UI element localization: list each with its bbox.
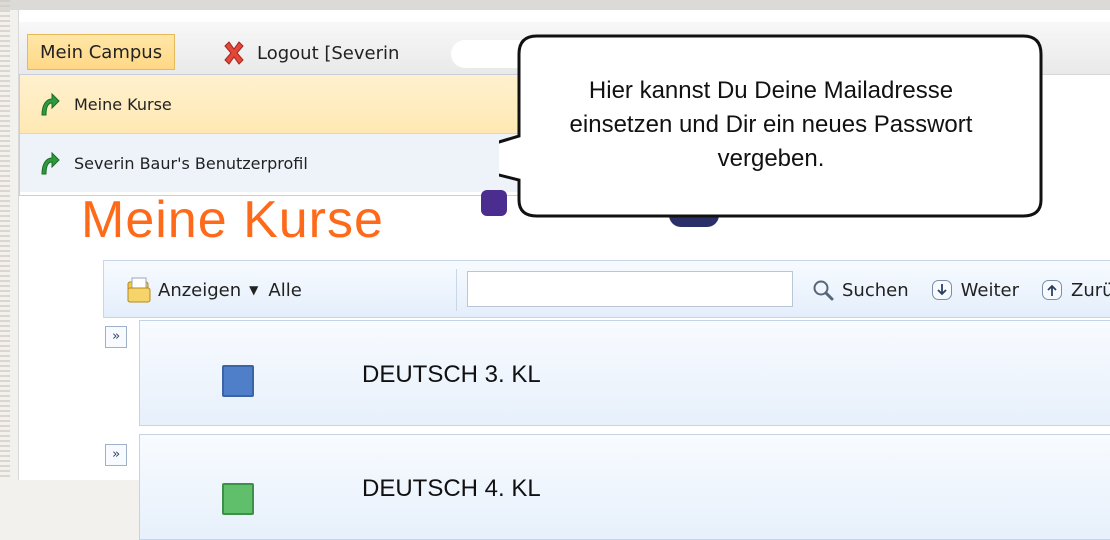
page-title: Meine Kurse xyxy=(81,191,384,249)
next-label: Weiter xyxy=(960,279,1019,301)
folder-icon xyxy=(127,277,151,303)
close-icon xyxy=(224,41,244,65)
window-top-border xyxy=(0,0,1110,10)
search-button[interactable]: Suchen xyxy=(812,279,909,301)
mein-campus-button[interactable]: Mein Campus xyxy=(27,34,176,70)
double-chevron-right-icon[interactable]: » xyxy=(105,326,127,348)
callout-line: einsetzen und Dir ein neues Passwort xyxy=(569,111,973,138)
course-row[interactable]: DEUTSCH 4. KL xyxy=(139,434,1110,540)
menu-item-label: Meine Kurse xyxy=(74,94,172,114)
course-name: DEUTSCH 4. KL xyxy=(362,475,541,502)
menu-item-meine-kurse[interactable]: Meine Kurse xyxy=(20,75,540,134)
back-button[interactable]: Zurü xyxy=(1041,279,1110,301)
callout-text: Hier kannst Du Deine Mailadresse einsetz… xyxy=(501,74,1041,176)
next-button[interactable]: Weiter xyxy=(931,279,1019,301)
magnifier-icon xyxy=(813,280,834,301)
page: Mein Campus Logout [Severin Meine Kurse … xyxy=(18,10,1110,540)
toolbar-divider xyxy=(456,269,457,311)
back-label: Zurü xyxy=(1070,279,1110,301)
course-color-swatch xyxy=(222,365,254,397)
filter-value: Alle xyxy=(268,279,302,301)
show-dropdown[interactable]: Anzeigen ▼ Alle xyxy=(126,273,302,307)
course-row[interactable]: DEUTSCH 3. KL xyxy=(139,320,1110,426)
double-chevron-right-icon[interactable]: » xyxy=(105,444,127,466)
logout-label: Logout [Severin xyxy=(257,42,400,64)
menu-item-label: Severin Baur's Benutzerprofil xyxy=(74,153,308,173)
caret-down-icon: ▼ xyxy=(249,283,259,297)
search-input[interactable] xyxy=(467,271,793,307)
course-name: DEUTSCH 3. KL xyxy=(362,361,541,388)
campus-dropdown-menu: Meine Kurse Severin Baur's Benutzerprofi… xyxy=(19,74,541,196)
show-label: Anzeigen xyxy=(158,279,242,301)
green-arrow-icon xyxy=(41,92,60,116)
callout-line: vergeben. xyxy=(717,145,825,172)
window-left-frame xyxy=(0,0,10,480)
arrow-down-icon xyxy=(931,280,952,300)
search-label: Suchen xyxy=(842,279,909,301)
callout-line: Hier kannst Du Deine Mailadresse xyxy=(588,77,954,104)
course-toolbar: Anzeigen ▼ Alle Suchen Weiter Zurü xyxy=(103,260,1110,318)
arrow-up-icon xyxy=(1041,280,1062,300)
logout-link[interactable]: Logout [Severin xyxy=(221,38,399,68)
green-arrow-icon xyxy=(41,151,60,175)
menu-item-benutzerprofil[interactable]: Severin Baur's Benutzerprofil xyxy=(20,134,540,192)
course-color-swatch xyxy=(222,483,254,515)
toolbar-actions: Suchen Weiter Zurü xyxy=(812,273,1110,307)
